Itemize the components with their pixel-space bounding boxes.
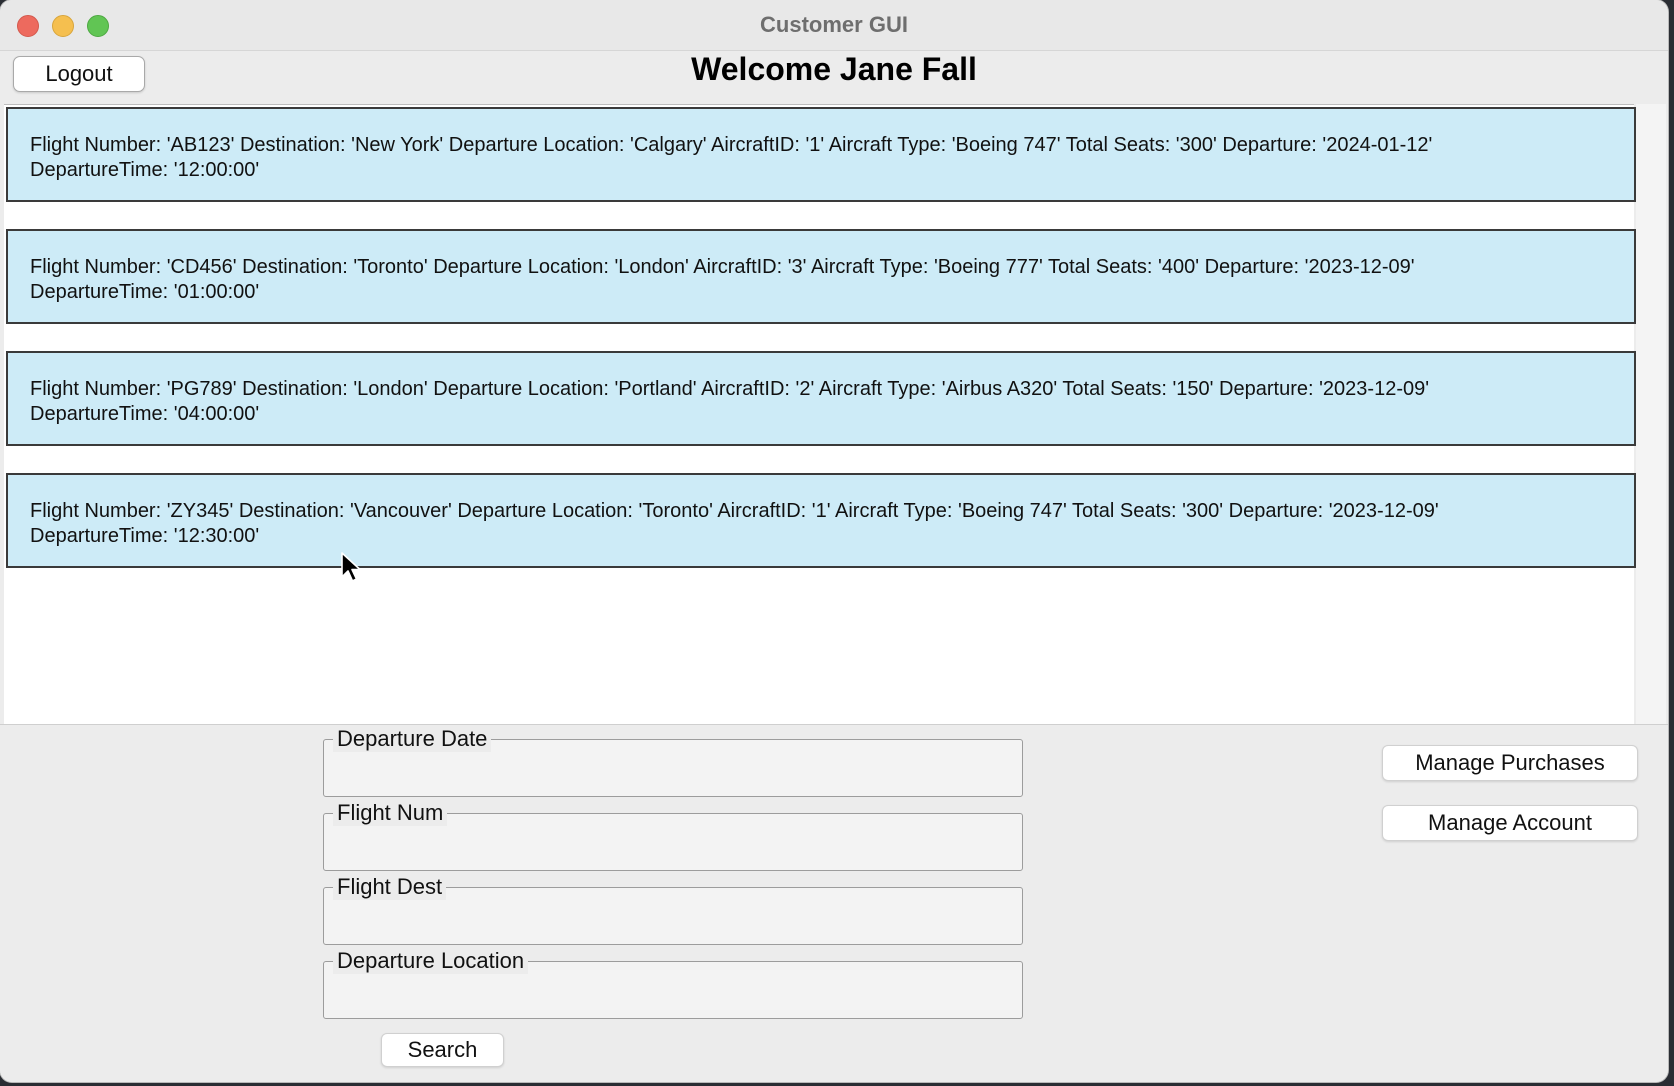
flight-departure-time: DepartureTime: '12:00:00' — [30, 159, 260, 181]
flight-num-input[interactable] — [332, 830, 1014, 866]
list-scroll-gutter[interactable] — [1636, 104, 1666, 724]
welcome-heading: Welcome Jane Fall — [691, 51, 977, 87]
flight-departure-time: DepartureTime: '01:00:00' — [30, 281, 260, 303]
search-button[interactable]: Search — [381, 1033, 504, 1067]
flight-details-line: Flight Number: 'ZY345' Destination: 'Van… — [30, 500, 1439, 522]
departure-location-input[interactable] — [332, 978, 1014, 1014]
flight-dest-field[interactable]: Flight Dest — [323, 874, 1023, 945]
manage-purchases-button[interactable]: Manage Purchases — [1382, 745, 1638, 781]
search-panel: Departure Date Flight Num Flight Dest De… — [0, 724, 1668, 1082]
flight-details-line: Flight Number: 'CD456' Destination: 'Tor… — [30, 256, 1415, 278]
customer-gui-window: Customer GUI Logout Welcome Jane Fall Fl… — [0, 0, 1668, 1082]
mouse-pointer-icon — [341, 552, 361, 582]
flight-num-field[interactable]: Flight Num — [323, 800, 1023, 871]
departure-date-field[interactable]: Departure Date — [323, 726, 1023, 797]
flight-card[interactable]: Flight Number: 'ZY345' Destination: 'Van… — [6, 473, 1636, 568]
header-bar: Logout Welcome Jane Fall — [0, 51, 1668, 103]
flight-dest-input[interactable] — [332, 904, 1014, 940]
flight-details-line: Flight Number: 'AB123' Destination: 'New… — [30, 134, 1433, 156]
flight-departure-time: DepartureTime: '04:00:00' — [30, 403, 260, 425]
flight-card[interactable]: Flight Number: 'PG789' Destination: 'Lon… — [6, 351, 1636, 446]
departure-date-label: Departure Date — [333, 726, 492, 752]
flight-departure-time: DepartureTime: '12:30:00' — [30, 525, 260, 547]
flight-card[interactable]: Flight Number: 'AB123' Destination: 'New… — [6, 107, 1636, 202]
title-bar[interactable]: Customer GUI — [0, 0, 1668, 51]
flight-details-line: Flight Number: 'PG789' Destination: 'Lon… — [30, 378, 1430, 400]
flight-card[interactable]: Flight Number: 'CD456' Destination: 'Tor… — [6, 229, 1636, 324]
flight-list[interactable]: Flight Number: 'AB123' Destination: 'New… — [4, 104, 1636, 725]
flight-num-label: Flight Num — [333, 800, 448, 826]
departure-location-label: Departure Location — [333, 948, 529, 974]
departure-location-field[interactable]: Departure Location — [323, 948, 1023, 1019]
manage-account-button[interactable]: Manage Account — [1382, 805, 1638, 841]
window-title: Customer GUI — [760, 12, 908, 37]
flight-dest-label: Flight Dest — [333, 874, 447, 900]
departure-date-input[interactable] — [332, 756, 1014, 792]
